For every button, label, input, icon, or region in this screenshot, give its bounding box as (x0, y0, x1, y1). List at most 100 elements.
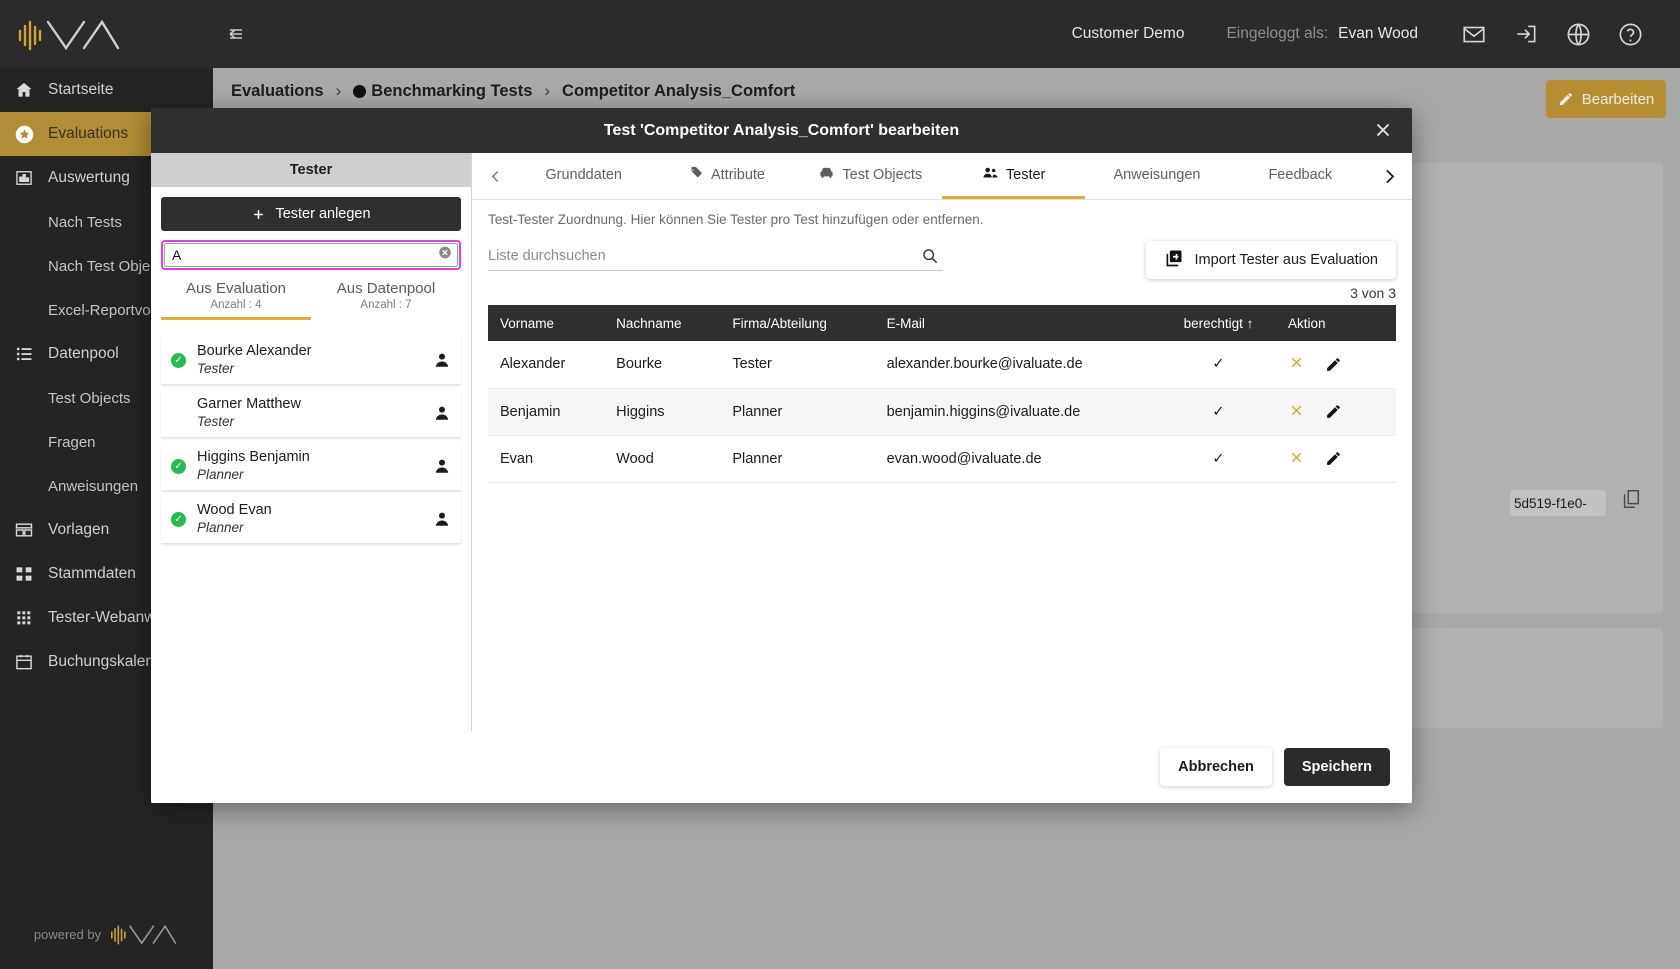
tab-aus-datenpool[interactable]: Aus Datenpool Anzahl : 7 (311, 280, 461, 320)
column-vorname[interactable]: Vorname (488, 305, 605, 341)
sidebar-label: Datenpool (48, 345, 119, 362)
sidebar-label: Nach Tests (48, 213, 122, 231)
table-row[interactable]: Evan Wood Planner evan.wood@ivaluate.de … (488, 435, 1396, 482)
tab-label: Aus Datenpool (336, 280, 436, 297)
tab-label: Anweisungen (1113, 166, 1201, 183)
tester-table: Vorname Nachname Firma/Abteilung E-Mail … (488, 305, 1396, 483)
app-root: Customer Demo Eingeloggt als: Evan Wood … (0, 0, 1680, 969)
sidebar-collapse-button[interactable] (221, 22, 245, 46)
tab-feedback[interactable]: Feedback (1229, 153, 1372, 199)
edit-row-icon[interactable] (1325, 403, 1342, 420)
tester-search-wrapper (161, 240, 461, 270)
top-bar: Customer Demo Eingeloggt als: Evan Wood (0, 0, 1680, 68)
tab-anweisungen[interactable]: Anweisungen (1085, 153, 1228, 199)
modal-body: Tester Tester anlegen Aus Eval (151, 153, 1412, 731)
hierarchy-icon (14, 564, 48, 584)
list-item[interactable]: ✓ Wood Evan Planner (161, 495, 461, 544)
edit-row-icon[interactable] (1325, 356, 1342, 373)
person-icon[interactable] (433, 404, 451, 422)
globe-icon[interactable] (1552, 11, 1604, 57)
tab-grunddaten[interactable]: Grunddaten (512, 153, 655, 199)
sidebar-label: Auswertung (48, 169, 130, 186)
column-firma[interactable]: Firma/Abteilung (720, 305, 875, 341)
powered-by: powered by (0, 921, 213, 947)
edit-row-icon[interactable] (1325, 450, 1342, 467)
search-icon[interactable] (920, 246, 939, 270)
list-item-text: Garner Matthew Tester (197, 396, 433, 430)
sidebar-item-startseite[interactable]: Startseite (0, 68, 213, 112)
copy-icon[interactable] (1620, 488, 1642, 515)
logout-icon[interactable] (1500, 11, 1552, 57)
cell-nachname: Wood (616, 450, 654, 467)
tester-panel-title: Tester (151, 153, 471, 187)
edit-button[interactable]: Bearbeiten (1546, 80, 1666, 118)
modal-tabs: Grunddaten Attribute Test Objects Tester… (472, 153, 1412, 200)
tab-label: Test Objects (842, 166, 923, 183)
star-icon (14, 124, 48, 145)
breadcrumb-label: Benchmarking Tests (371, 81, 533, 100)
tester-search-input[interactable] (164, 243, 458, 267)
selected-check-icon: ✓ (171, 352, 197, 368)
plus-icon (254, 209, 264, 219)
tabs-next-icon[interactable] (1372, 166, 1406, 187)
modal-tabs-scroll: Grunddaten Attribute Test Objects Tester… (512, 153, 1372, 199)
modal-main-panel: Grunddaten Attribute Test Objects Tester… (472, 153, 1412, 731)
remove-icon[interactable] (1288, 449, 1305, 469)
cell-email: benjamin.higgins@ivaluate.de (886, 403, 1081, 420)
tab-tester[interactable]: Tester (941, 153, 1086, 199)
app-logo[interactable] (0, 0, 213, 68)
breadcrumb-item-benchmarking-tests[interactable]: Benchmarking Tests (353, 82, 532, 101)
tab-label: Tester (1005, 166, 1046, 183)
cancel-button[interactable]: Abbrechen (1160, 748, 1272, 786)
help-icon[interactable] (1604, 11, 1656, 57)
tab-label: Feedback (1268, 166, 1333, 183)
column-email[interactable]: E-Mail (874, 305, 1161, 341)
create-tester-button[interactable]: Tester anlegen (161, 197, 461, 231)
import-tester-button[interactable]: Import Tester aus Evaluation (1145, 241, 1396, 279)
breadcrumb-item-current: Competitor Analysis_Comfort (562, 81, 796, 100)
panel-description: Test-Tester Zuordnung. Hier können Sie T… (488, 212, 984, 227)
list-item-name: Bourke Alexander (197, 342, 312, 359)
home-icon (14, 80, 48, 100)
logo-icon (18, 19, 120, 51)
table-header-row: Vorname Nachname Firma/Abteilung E-Mail … (488, 305, 1396, 341)
table-row[interactable]: Alexander Bourke Tester alexander.bourke… (488, 341, 1396, 388)
column-berechtigt[interactable]: berechtigt ↑ (1161, 305, 1276, 341)
list-item[interactable]: ✓ Higgins Benjamin Planner (161, 442, 461, 491)
clear-icon[interactable] (438, 246, 452, 265)
calendar-icon (14, 652, 48, 672)
cell-berechtigt: ✓ (1212, 403, 1225, 420)
tab-aus-evaluation[interactable]: Aus Evaluation Anzahl : 4 (161, 280, 311, 320)
list-search-input[interactable] (488, 241, 943, 271)
tab-test-objects[interactable]: Test Objects (799, 153, 942, 199)
list-search-wrapper (488, 241, 943, 271)
tabs-prev-icon[interactable] (478, 168, 512, 185)
column-nachname[interactable]: Nachname (604, 305, 721, 341)
save-button[interactable]: Speichern (1283, 748, 1390, 786)
cell-aktion (1276, 435, 1396, 482)
chart-icon (14, 168, 48, 188)
tester-panel-controls: Tester anlegen Aus Evaluation Anzahl : 4 (151, 187, 471, 330)
table-row[interactable]: Benjamin Higgins Planner benjamin.higgin… (488, 388, 1396, 435)
close-icon[interactable] (1372, 119, 1394, 146)
cell-firma: Planner (732, 450, 783, 467)
topbar-right-group: Customer Demo Eingeloggt als: Evan Wood (1072, 11, 1680, 57)
sidebar-label: Stammdaten (48, 565, 136, 582)
person-icon[interactable] (433, 351, 451, 369)
cell-aktion (1276, 341, 1396, 388)
grid-icon (14, 608, 48, 628)
breadcrumb-item-evaluations[interactable]: Evaluations (231, 82, 324, 101)
modal-header: Test 'Competitor Analysis_Comfort' bearb… (151, 108, 1412, 153)
person-icon[interactable] (433, 457, 451, 475)
tab-attribute[interactable]: Attribute (655, 153, 798, 199)
remove-icon[interactable] (1288, 354, 1305, 374)
person-icon[interactable] (433, 510, 451, 528)
tester-table-wrapper: Vorname Nachname Firma/Abteilung E-Mail … (472, 301, 1412, 483)
remove-icon[interactable] (1288, 402, 1305, 422)
list-item[interactable]: Garner Matthew Tester (161, 389, 461, 438)
mail-icon[interactable] (1448, 11, 1500, 57)
list-item[interactable]: ✓ Bourke Alexander Tester (161, 336, 461, 385)
background-id-field: 5d519-f1e0- (1510, 490, 1606, 516)
panel-controls: Import Tester aus Evaluation (472, 227, 1412, 279)
logged-in-user: Evan Wood (1338, 25, 1418, 42)
